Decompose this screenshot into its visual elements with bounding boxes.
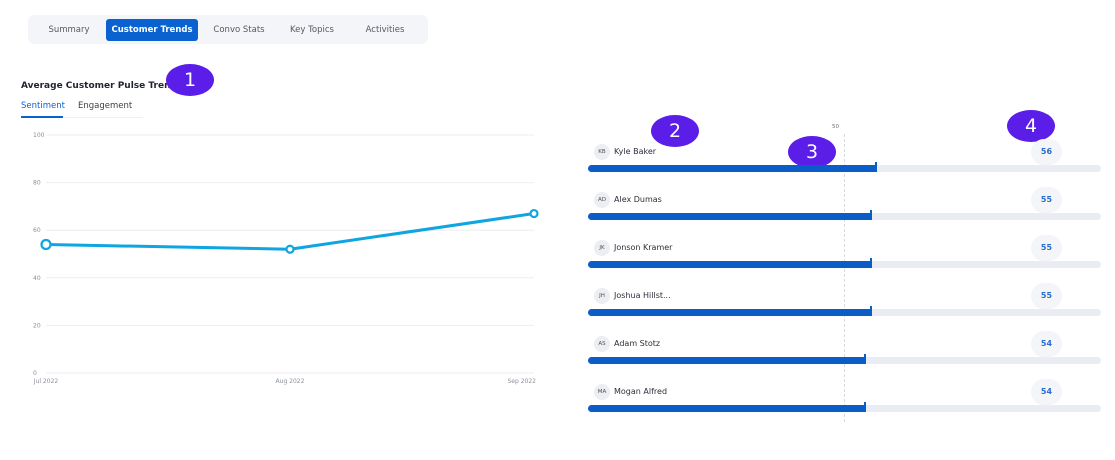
tab-convo-stats[interactable]: Convo Stats — [206, 19, 272, 41]
sentiment-trend-chart: 0 20 40 60 80 100 Jul 2022 Aug 2022 Sep 2022 — [33, 132, 539, 385]
y-tick-label: 20 — [33, 322, 41, 329]
y-tick-label: 60 — [33, 227, 41, 234]
series-line — [45, 212, 535, 251]
y-tick-label: 100 — [33, 132, 45, 139]
agent-row[interactable]: JK Jonson Kramer 55 — [588, 233, 1101, 281]
metric-subtabs: Sentiment Engagement — [21, 100, 143, 118]
subtab-sentiment[interactable]: Sentiment — [21, 101, 65, 111]
score-bar-track — [588, 402, 1101, 412]
x-tick-label: Aug 2022 — [276, 378, 305, 385]
tab-customer-trends[interactable]: Customer Trends — [106, 19, 198, 41]
agent-name: Kyle Baker — [614, 147, 657, 156]
score-badge: 54 — [1031, 331, 1062, 357]
agent-name: Adam Stotz — [614, 339, 661, 348]
agent-name: Alex Dumas — [614, 195, 662, 204]
y-tick-label: 40 — [33, 275, 41, 282]
data-point[interactable] — [40, 238, 52, 251]
score-badge: 54 — [1031, 379, 1062, 405]
avatar: KB — [594, 144, 610, 160]
score-bar-marker — [864, 402, 867, 412]
view-tabbar: Summary Customer Trends Convo Stats Key … — [28, 15, 428, 44]
subtab-engagement[interactable]: Engagement — [78, 101, 132, 111]
score-bar-fill — [588, 357, 866, 364]
x-tick-label: Jul 2022 — [33, 378, 59, 385]
agent-row[interactable]: AD Alex Dumas 55 — [588, 185, 1101, 233]
avatar: JH — [594, 288, 610, 304]
score-bar-marker — [869, 306, 872, 316]
score-bar-fill — [588, 309, 871, 316]
section-title: Average Customer Pulse Trend — [21, 81, 177, 91]
data-point[interactable] — [285, 244, 295, 254]
score-bar-fill — [588, 261, 871, 268]
avatar: AS — [594, 336, 610, 352]
x-tick-label: Sep 2022 — [508, 378, 537, 385]
score-bar-track — [588, 210, 1101, 220]
score-bar-track — [588, 306, 1101, 316]
agent-row[interactable]: MA Mogan Alfred 54 — [588, 377, 1101, 425]
agent-name: Mogan Alfred — [614, 387, 668, 396]
score-bar-fill — [588, 213, 871, 220]
avatar: MA — [594, 384, 610, 400]
agent-name: Jonson Kramer — [614, 243, 673, 252]
score-badge: 55 — [1031, 283, 1062, 309]
avatar: AD — [594, 192, 610, 208]
y-tick-label: 0 — [33, 370, 37, 377]
score-badge: 55 — [1031, 235, 1062, 261]
score-bar-track — [588, 258, 1101, 268]
tab-key-topics[interactable]: Key Topics — [280, 19, 344, 41]
y-tick-label: 80 — [33, 180, 41, 187]
annotation-badge-1: 1 — [166, 64, 214, 96]
score-bar-marker — [864, 354, 867, 364]
data-point[interactable] — [529, 208, 539, 219]
score-bar-track — [588, 162, 1101, 172]
score-bar-marker — [874, 162, 877, 172]
score-bar-fill — [588, 405, 866, 412]
score-bar-marker — [869, 258, 872, 268]
score-badge: 55 — [1031, 187, 1062, 213]
tab-activities[interactable]: Activities — [354, 19, 416, 41]
agent-row[interactable]: KB Kyle Baker 56 — [588, 137, 1101, 185]
agent-row[interactable]: AS Adam Stotz 54 — [588, 329, 1101, 377]
avatar: JK — [594, 240, 610, 256]
score-bar-marker — [869, 210, 872, 220]
score-bar-fill — [588, 165, 876, 172]
agent-row[interactable]: JH Joshua Hillst... 55 — [588, 281, 1101, 329]
reference-scale-label: 50 — [832, 124, 839, 130]
score-badge: 56 — [1031, 139, 1062, 165]
score-bar-track — [588, 354, 1101, 364]
tab-summary[interactable]: Summary — [40, 19, 98, 41]
agent-name: Joshua Hillst... — [614, 291, 671, 300]
active-subtab-indicator — [21, 116, 63, 118]
